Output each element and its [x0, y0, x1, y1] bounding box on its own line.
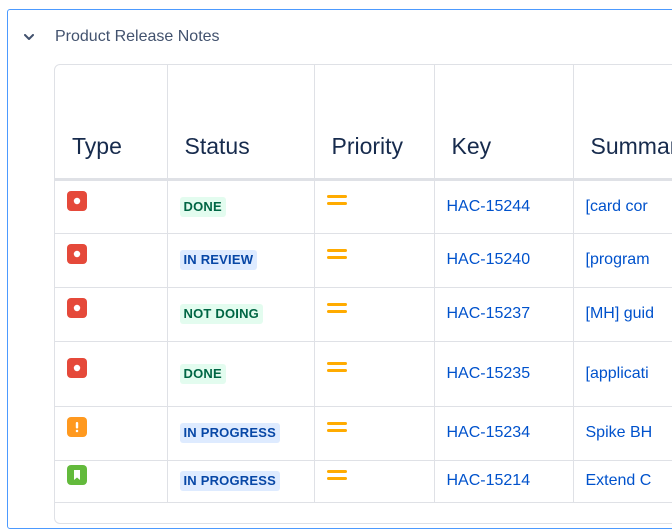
issue-key-link[interactable]: HAC-15240 [447, 251, 531, 268]
priority-cell [314, 233, 435, 288]
issue-key-link[interactable]: HAC-15214 [447, 472, 531, 489]
table-row: IN PROGRESS HAC-15214 Extend C [55, 460, 672, 503]
issue-key-link[interactable]: HAC-15237 [447, 305, 531, 322]
issues-table: Type Status Priority Key Summary DONE HAC… [55, 65, 672, 503]
bug-icon[interactable] [67, 298, 87, 318]
issues-table-container: Type Status Priority Key Summary DONE HAC… [54, 64, 672, 524]
story-icon[interactable] [67, 464, 87, 485]
status-badge: DONE [179, 363, 226, 384]
issue-key-link[interactable]: HAC-15235 [447, 365, 531, 382]
status-cell: IN PROGRESS [167, 460, 315, 503]
bug-icon[interactable] [67, 244, 87, 264]
priority-medium-icon [326, 193, 347, 207]
column-header-priority[interactable]: Priority [314, 65, 435, 181]
issue-summary-link[interactable]: [program [586, 251, 650, 268]
table-row: DONE HAC-15235 [applicati [55, 341, 672, 407]
key-cell: HAC-15237 [434, 287, 574, 342]
column-header-status[interactable]: Status [167, 65, 315, 181]
table-header-row: Type Status Priority Key Summary [55, 65, 672, 181]
summary-cell: [card cor [573, 179, 672, 234]
summary-cell: Extend C [573, 460, 672, 503]
priority-cell [314, 179, 435, 234]
key-cell: HAC-15234 [434, 406, 574, 461]
status-cell: NOT DOING [167, 287, 315, 342]
type-cell [55, 406, 168, 461]
priority-medium-icon [326, 420, 347, 434]
summary-cell: [MH] guid [573, 287, 672, 342]
type-cell [55, 179, 168, 234]
bug-icon[interactable] [67, 190, 87, 211]
column-header-summary[interactable]: Summary [573, 65, 672, 181]
type-cell [55, 233, 168, 288]
status-badge: NOT DOING [179, 304, 263, 324]
priority-medium-icon [326, 468, 347, 482]
key-cell: HAC-15235 [434, 341, 574, 407]
summary-cell: Spike BH [573, 406, 672, 461]
status-cell: IN PROGRESS [167, 406, 315, 461]
table-row: IN REVIEW HAC-15240 [program [55, 233, 672, 288]
issue-summary-link[interactable]: Spike BH [586, 424, 653, 441]
status-badge: DONE [179, 196, 226, 217]
status-cell: IN REVIEW [167, 233, 315, 288]
bug-icon[interactable] [67, 357, 87, 378]
key-cell: HAC-15244 [434, 179, 574, 234]
issue-key-link[interactable]: HAC-15244 [447, 198, 531, 215]
table-row: DONE HAC-15244 [card cor [55, 179, 672, 234]
priority-medium-icon [326, 247, 347, 261]
status-badge: IN PROGRESS [179, 423, 280, 443]
chevron-down-icon [22, 30, 36, 44]
priority-cell [314, 460, 435, 503]
key-cell: HAC-15214 [434, 460, 574, 503]
improvement-icon[interactable] [67, 416, 87, 437]
column-header-key[interactable]: Key [434, 65, 574, 181]
type-cell [55, 287, 168, 342]
priority-medium-icon [326, 360, 347, 374]
issue-summary-link[interactable]: [MH] guid [586, 305, 654, 322]
status-cell: DONE [167, 179, 315, 234]
status-badge: IN REVIEW [179, 250, 258, 270]
priority-cell [314, 287, 435, 342]
expand-toggle[interactable]: Product Release Notes [22, 26, 220, 48]
status-cell: DONE [167, 341, 315, 407]
status-badge: IN PROGRESS [179, 471, 280, 491]
table-row: IN PROGRESS HAC-15234 Spike BH [55, 406, 672, 461]
summary-cell: [applicati [573, 341, 672, 407]
summary-cell: [program [573, 233, 672, 288]
type-cell [55, 341, 168, 407]
issue-key-link[interactable]: HAC-15234 [447, 424, 531, 441]
priority-cell [314, 341, 435, 407]
type-cell [55, 460, 168, 503]
issue-summary-link[interactable]: [card cor [586, 198, 648, 215]
priority-medium-icon [326, 301, 347, 315]
column-header-type[interactable]: Type [55, 65, 168, 181]
table-row: NOT DOING HAC-15237 [MH] guid [55, 287, 672, 342]
issue-summary-link[interactable]: Extend C [586, 472, 652, 489]
issue-summary-link[interactable]: [applicati [586, 365, 649, 382]
priority-cell [314, 406, 435, 461]
expand-title: Product Release Notes [55, 28, 220, 45]
key-cell: HAC-15240 [434, 233, 574, 288]
